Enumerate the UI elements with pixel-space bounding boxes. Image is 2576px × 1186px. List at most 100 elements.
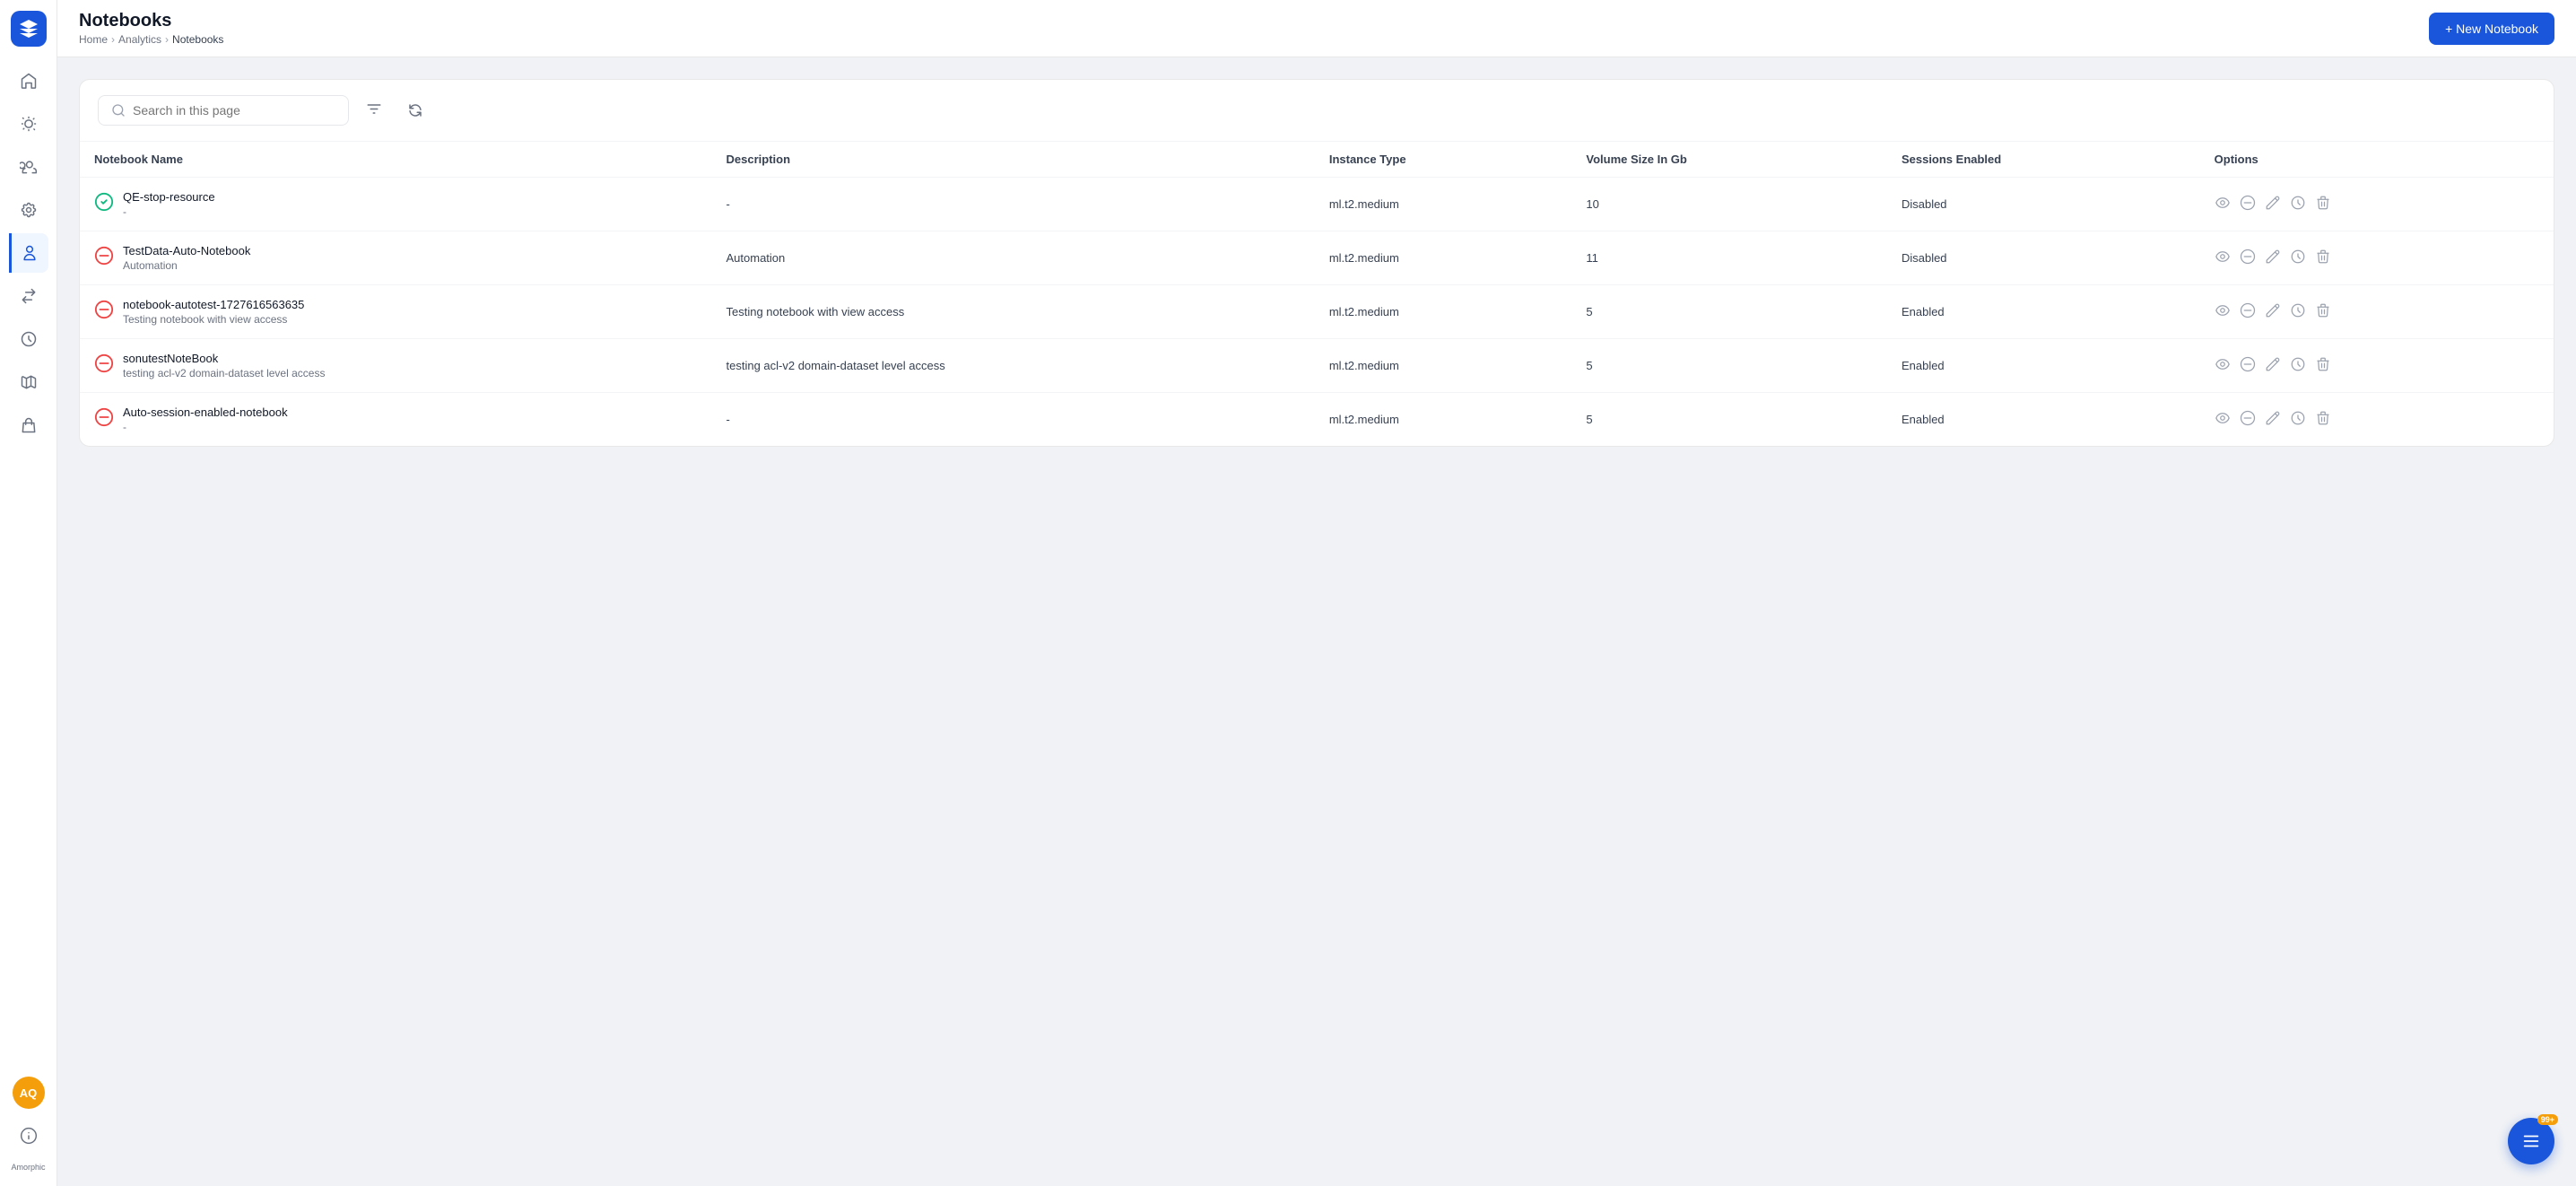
- delete-icon[interactable]: [2315, 410, 2331, 429]
- sidebar-item-history[interactable]: [9, 319, 48, 359]
- sidebar-item-profile[interactable]: [9, 233, 48, 273]
- cell-name: QE-stop-resource -: [80, 178, 712, 231]
- notebook-name: TestData-Auto-Notebook: [123, 244, 250, 257]
- edit-icon[interactable]: [2265, 410, 2281, 429]
- delete-icon[interactable]: [2315, 356, 2331, 375]
- name-cell: TestData-Auto-Notebook Automation: [94, 244, 698, 272]
- view-icon[interactable]: [2215, 195, 2231, 214]
- notebook-sub: testing acl-v2 domain-dataset level acce…: [123, 367, 325, 379]
- cell-description: Testing notebook with view access: [712, 285, 1315, 339]
- status-stopped-icon: [94, 246, 114, 266]
- breadcrumb-analytics[interactable]: Analytics: [118, 33, 161, 46]
- name-cell-text: QE-stop-resource -: [123, 190, 215, 218]
- cell-sessions-enabled: Disabled: [1887, 178, 2200, 231]
- view-icon[interactable]: [2215, 356, 2231, 375]
- delete-icon[interactable]: [2315, 195, 2331, 214]
- cell-options: [2200, 231, 2554, 285]
- notebook-name: notebook-autotest-1727616563635: [123, 298, 304, 311]
- status-stopped-icon: [94, 353, 114, 373]
- cell-sessions-enabled: Disabled: [1887, 231, 2200, 285]
- cell-instance-type: ml.t2.medium: [1315, 393, 1572, 447]
- sidebar-item-info[interactable]: [9, 1116, 48, 1155]
- name-cell: sonutestNoteBook testing acl-v2 domain-d…: [94, 352, 698, 379]
- breadcrumb: Home › Analytics › Notebooks: [79, 33, 223, 46]
- status-stopped-icon: [94, 300, 114, 319]
- new-notebook-button[interactable]: + New Notebook: [2429, 13, 2554, 45]
- status-stopped-icon: [94, 407, 114, 427]
- action-icons: [2215, 195, 2539, 214]
- stop-icon[interactable]: [2240, 249, 2256, 267]
- cell-options: [2200, 393, 2554, 447]
- header-left: Notebooks Home › Analytics › Notebooks: [79, 11, 223, 46]
- sidebar-item-home[interactable]: [9, 61, 48, 100]
- fab-button[interactable]: 99+: [2508, 1118, 2554, 1164]
- restore-icon[interactable]: [2290, 410, 2306, 429]
- sidebar-item-storage[interactable]: [9, 406, 48, 445]
- search-input[interactable]: [133, 103, 335, 118]
- sidebar-item-connections[interactable]: [9, 276, 48, 316]
- name-cell-text: sonutestNoteBook testing acl-v2 domain-d…: [123, 352, 325, 379]
- sidebar-item-map[interactable]: [9, 362, 48, 402]
- table-row: QE-stop-resource - - ml.t2.medium 10 Dis…: [80, 178, 2554, 231]
- name-cell: Auto-session-enabled-notebook -: [94, 406, 698, 433]
- filter-button[interactable]: [358, 94, 390, 126]
- refresh-button[interactable]: [399, 94, 431, 126]
- edit-icon[interactable]: [2265, 302, 2281, 321]
- stop-icon[interactable]: [2240, 195, 2256, 214]
- view-icon[interactable]: [2215, 249, 2231, 267]
- col-notebook-name: Notebook Name: [80, 142, 712, 178]
- table-row: Auto-session-enabled-notebook - - ml.t2.…: [80, 393, 2554, 447]
- action-icons: [2215, 356, 2539, 375]
- table-row: notebook-autotest-1727616563635 Testing …: [80, 285, 2554, 339]
- notebook-sub: -: [123, 205, 215, 218]
- sidebar-item-settings[interactable]: [9, 190, 48, 230]
- table-row: TestData-Auto-Notebook Automation Automa…: [80, 231, 2554, 285]
- cell-options: [2200, 178, 2554, 231]
- search-icon: [111, 103, 126, 118]
- cell-name: notebook-autotest-1727616563635 Testing …: [80, 285, 712, 339]
- app-logo[interactable]: [11, 11, 47, 47]
- table-head: Notebook Name Description Instance Type …: [80, 142, 2554, 178]
- stop-icon[interactable]: [2240, 356, 2256, 375]
- view-icon[interactable]: [2215, 410, 2231, 429]
- breadcrumb-current: Notebooks: [172, 33, 223, 46]
- page-header: Notebooks Home › Analytics › Notebooks +…: [57, 0, 2576, 57]
- cell-volume-size: 5: [1571, 393, 1887, 447]
- breadcrumb-sep-2: ›: [165, 33, 169, 46]
- col-description: Description: [712, 142, 1315, 178]
- name-cell: notebook-autotest-1727616563635 Testing …: [94, 298, 698, 326]
- delete-icon[interactable]: [2315, 302, 2331, 321]
- fab-icon: [2521, 1131, 2541, 1151]
- view-icon[interactable]: [2215, 302, 2231, 321]
- status-running-icon: [94, 192, 114, 212]
- cell-options: [2200, 285, 2554, 339]
- cell-sessions-enabled: Enabled: [1887, 339, 2200, 393]
- cell-name: sonutestNoteBook testing acl-v2 domain-d…: [80, 339, 712, 393]
- table-header-row: Notebook Name Description Instance Type …: [80, 142, 2554, 178]
- edit-icon[interactable]: [2265, 249, 2281, 267]
- delete-icon[interactable]: [2315, 249, 2331, 267]
- stop-icon[interactable]: [2240, 302, 2256, 321]
- filter-icon: [366, 102, 382, 118]
- cell-instance-type: ml.t2.medium: [1315, 231, 1572, 285]
- table-toolbar: [80, 80, 2554, 142]
- restore-icon[interactable]: [2290, 356, 2306, 375]
- avatar[interactable]: AQ: [13, 1077, 45, 1109]
- refresh-icon: [407, 102, 423, 118]
- notebook-name: QE-stop-resource: [123, 190, 215, 204]
- edit-icon[interactable]: [2265, 195, 2281, 214]
- stop-icon[interactable]: [2240, 410, 2256, 429]
- restore-icon[interactable]: [2290, 249, 2306, 267]
- content-area: Notebook Name Description Instance Type …: [57, 57, 2576, 1186]
- edit-icon[interactable]: [2265, 356, 2281, 375]
- main-content: Notebooks Home › Analytics › Notebooks +…: [57, 0, 2576, 1186]
- cell-description: testing acl-v2 domain-dataset level acce…: [712, 339, 1315, 393]
- action-icons: [2215, 249, 2539, 267]
- notebooks-table: Notebook Name Description Instance Type …: [80, 142, 2554, 446]
- sidebar-item-pipeline[interactable]: [9, 104, 48, 144]
- sidebar-item-users[interactable]: [9, 147, 48, 187]
- breadcrumb-home[interactable]: Home: [79, 33, 108, 46]
- restore-icon[interactable]: [2290, 195, 2306, 214]
- restore-icon[interactable]: [2290, 302, 2306, 321]
- search-box[interactable]: [98, 95, 349, 126]
